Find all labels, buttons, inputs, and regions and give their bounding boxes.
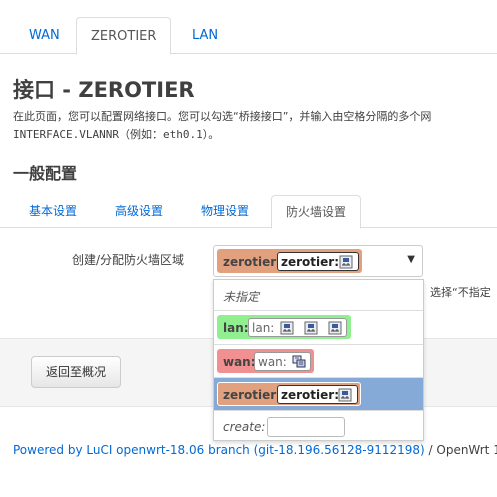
tab-basic-settings[interactable]: 基本设置 — [15, 195, 91, 228]
wan-zone-badge: wan: wan: — [217, 349, 314, 373]
interface-tabs: WAN ZEROTIER LAN — [0, 0, 497, 55]
firewall-zone-dropdown: 未指定 lan: lan: wan: wan: zerotier: zeroti… — [213, 279, 424, 441]
ethernet-icon — [280, 321, 294, 335]
firewall-zone-hint: 选择“不指定 — [430, 286, 491, 299]
page-description-line1: 在此页面，您可以配置网络接口。您可以勾选“桥接接口”，并输入由空格分隔的多个网 — [13, 110, 432, 123]
zone-name: zerotier: — [223, 388, 281, 402]
ethernet-icon — [339, 255, 353, 269]
iface-label: lan: — [252, 321, 275, 335]
zone-interface: wan: — [254, 352, 311, 371]
tab-advanced-settings[interactable]: 高级设置 — [101, 195, 177, 228]
iface-label: zerotier: — [281, 255, 339, 269]
create-zone-input[interactable] — [267, 417, 345, 437]
tab-physical-settings[interactable]: 物理设置 — [187, 195, 263, 228]
zone-name: wan: — [223, 355, 256, 369]
zone-interface: zerotier: — [277, 385, 358, 404]
tab-wan[interactable]: WAN — [15, 17, 74, 54]
zone-name: zerotier: — [223, 255, 281, 269]
tab-zerotier[interactable]: ZEROTIER — [76, 17, 172, 55]
network-icon — [292, 355, 306, 368]
ethernet-icon — [338, 388, 352, 402]
lan-zone-badge: lan: lan: — [217, 315, 351, 339]
section-title: 一般配置 — [13, 164, 78, 183]
page-title: 接口 - ZEROTIER — [13, 78, 195, 102]
option-unspecified[interactable]: 未指定 — [214, 280, 423, 311]
back-to-overview-button[interactable]: 返回至概况 — [31, 356, 122, 388]
firewall-zone-select[interactable]: zerotier: zerotier: ▼ — [213, 245, 423, 277]
luci-link[interactable]: Powered by LuCI openwrt-18.06 branch (gi… — [13, 443, 425, 457]
iface-label: zerotier: — [281, 388, 339, 402]
option-unspecified-label: 未指定 — [223, 290, 260, 304]
section-tabs: 基本设置 高级设置 物理设置 防火墙设置 — [0, 190, 497, 229]
zone-interface: zerotier: — [277, 252, 359, 271]
option-lan[interactable]: lan: lan: — [214, 311, 423, 345]
ethernet-icon — [328, 321, 342, 335]
zone-interface: lan: — [248, 318, 347, 337]
ethernet-icon — [304, 321, 318, 335]
chevron-down-icon: ▼ — [407, 254, 415, 265]
footer-version: / OpenWrt 18.0 — [428, 443, 497, 457]
firewall-zone-label: 创建/分配防火墙区域 — [72, 253, 185, 267]
tab-firewall-settings[interactable]: 防火墙设置 — [271, 195, 362, 229]
iface-label: wan: — [258, 355, 287, 369]
create-zone-label: create: — [223, 420, 266, 434]
option-zerotier[interactable]: zerotier: zerotier: — [214, 378, 423, 411]
tab-lan[interactable]: LAN — [178, 17, 232, 54]
option-wan[interactable]: wan: wan: — [214, 345, 423, 378]
footer: Powered by LuCI openwrt-18.06 branch (gi… — [13, 443, 497, 457]
zone-name: lan: — [223, 321, 249, 335]
page-description-line2: INTERFACE.VLANNR（例如：eth0.1）。 — [13, 128, 220, 141]
selected-zone-badge: zerotier: zerotier: — [217, 249, 362, 273]
zerotier-zone-badge: zerotier: zerotier: — [217, 382, 361, 406]
